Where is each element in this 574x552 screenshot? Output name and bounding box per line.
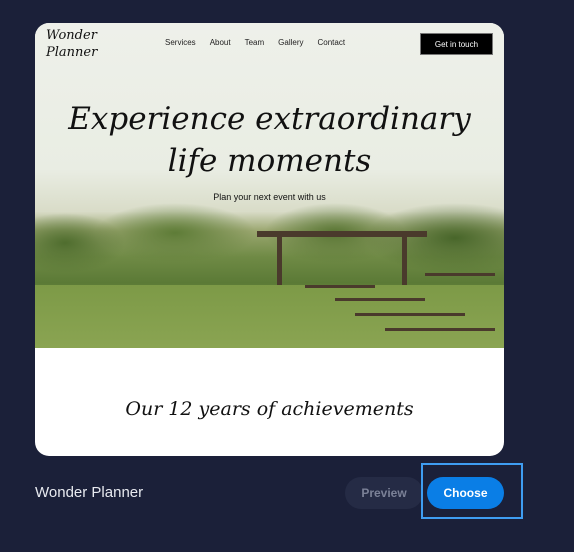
hero-image <box>35 23 504 348</box>
headline-line-1: Experience extraordinary <box>68 101 471 137</box>
nav-team[interactable]: Team <box>245 38 265 47</box>
get-in-touch-button[interactable]: Get in touch <box>420 33 493 55</box>
section-title: Our 12 years of achievements <box>125 398 414 420</box>
site-logo: Wonder Planner <box>46 28 98 60</box>
nav-contact[interactable]: Contact <box>318 38 346 47</box>
choose-button[interactable]: Choose <box>427 477 504 509</box>
hero-headline: Experience extraordinary life moments <box>35 98 504 182</box>
nav-services[interactable]: Services <box>165 38 196 47</box>
pergola <box>257 231 427 287</box>
preview-button[interactable]: Preview <box>345 477 423 509</box>
headline-line-2: life moments <box>167 143 372 179</box>
template-preview-card[interactable]: Wonder Planner Services About Team Galler… <box>35 23 504 456</box>
template-name: Wonder Planner <box>35 484 144 501</box>
nav-gallery[interactable]: Gallery <box>278 38 303 47</box>
site-nav: Services About Team Gallery Contact <box>165 38 345 47</box>
nav-about[interactable]: About <box>210 38 231 47</box>
lawn <box>35 285 504 348</box>
hero-subheadline: Plan your next event with us <box>213 192 326 202</box>
